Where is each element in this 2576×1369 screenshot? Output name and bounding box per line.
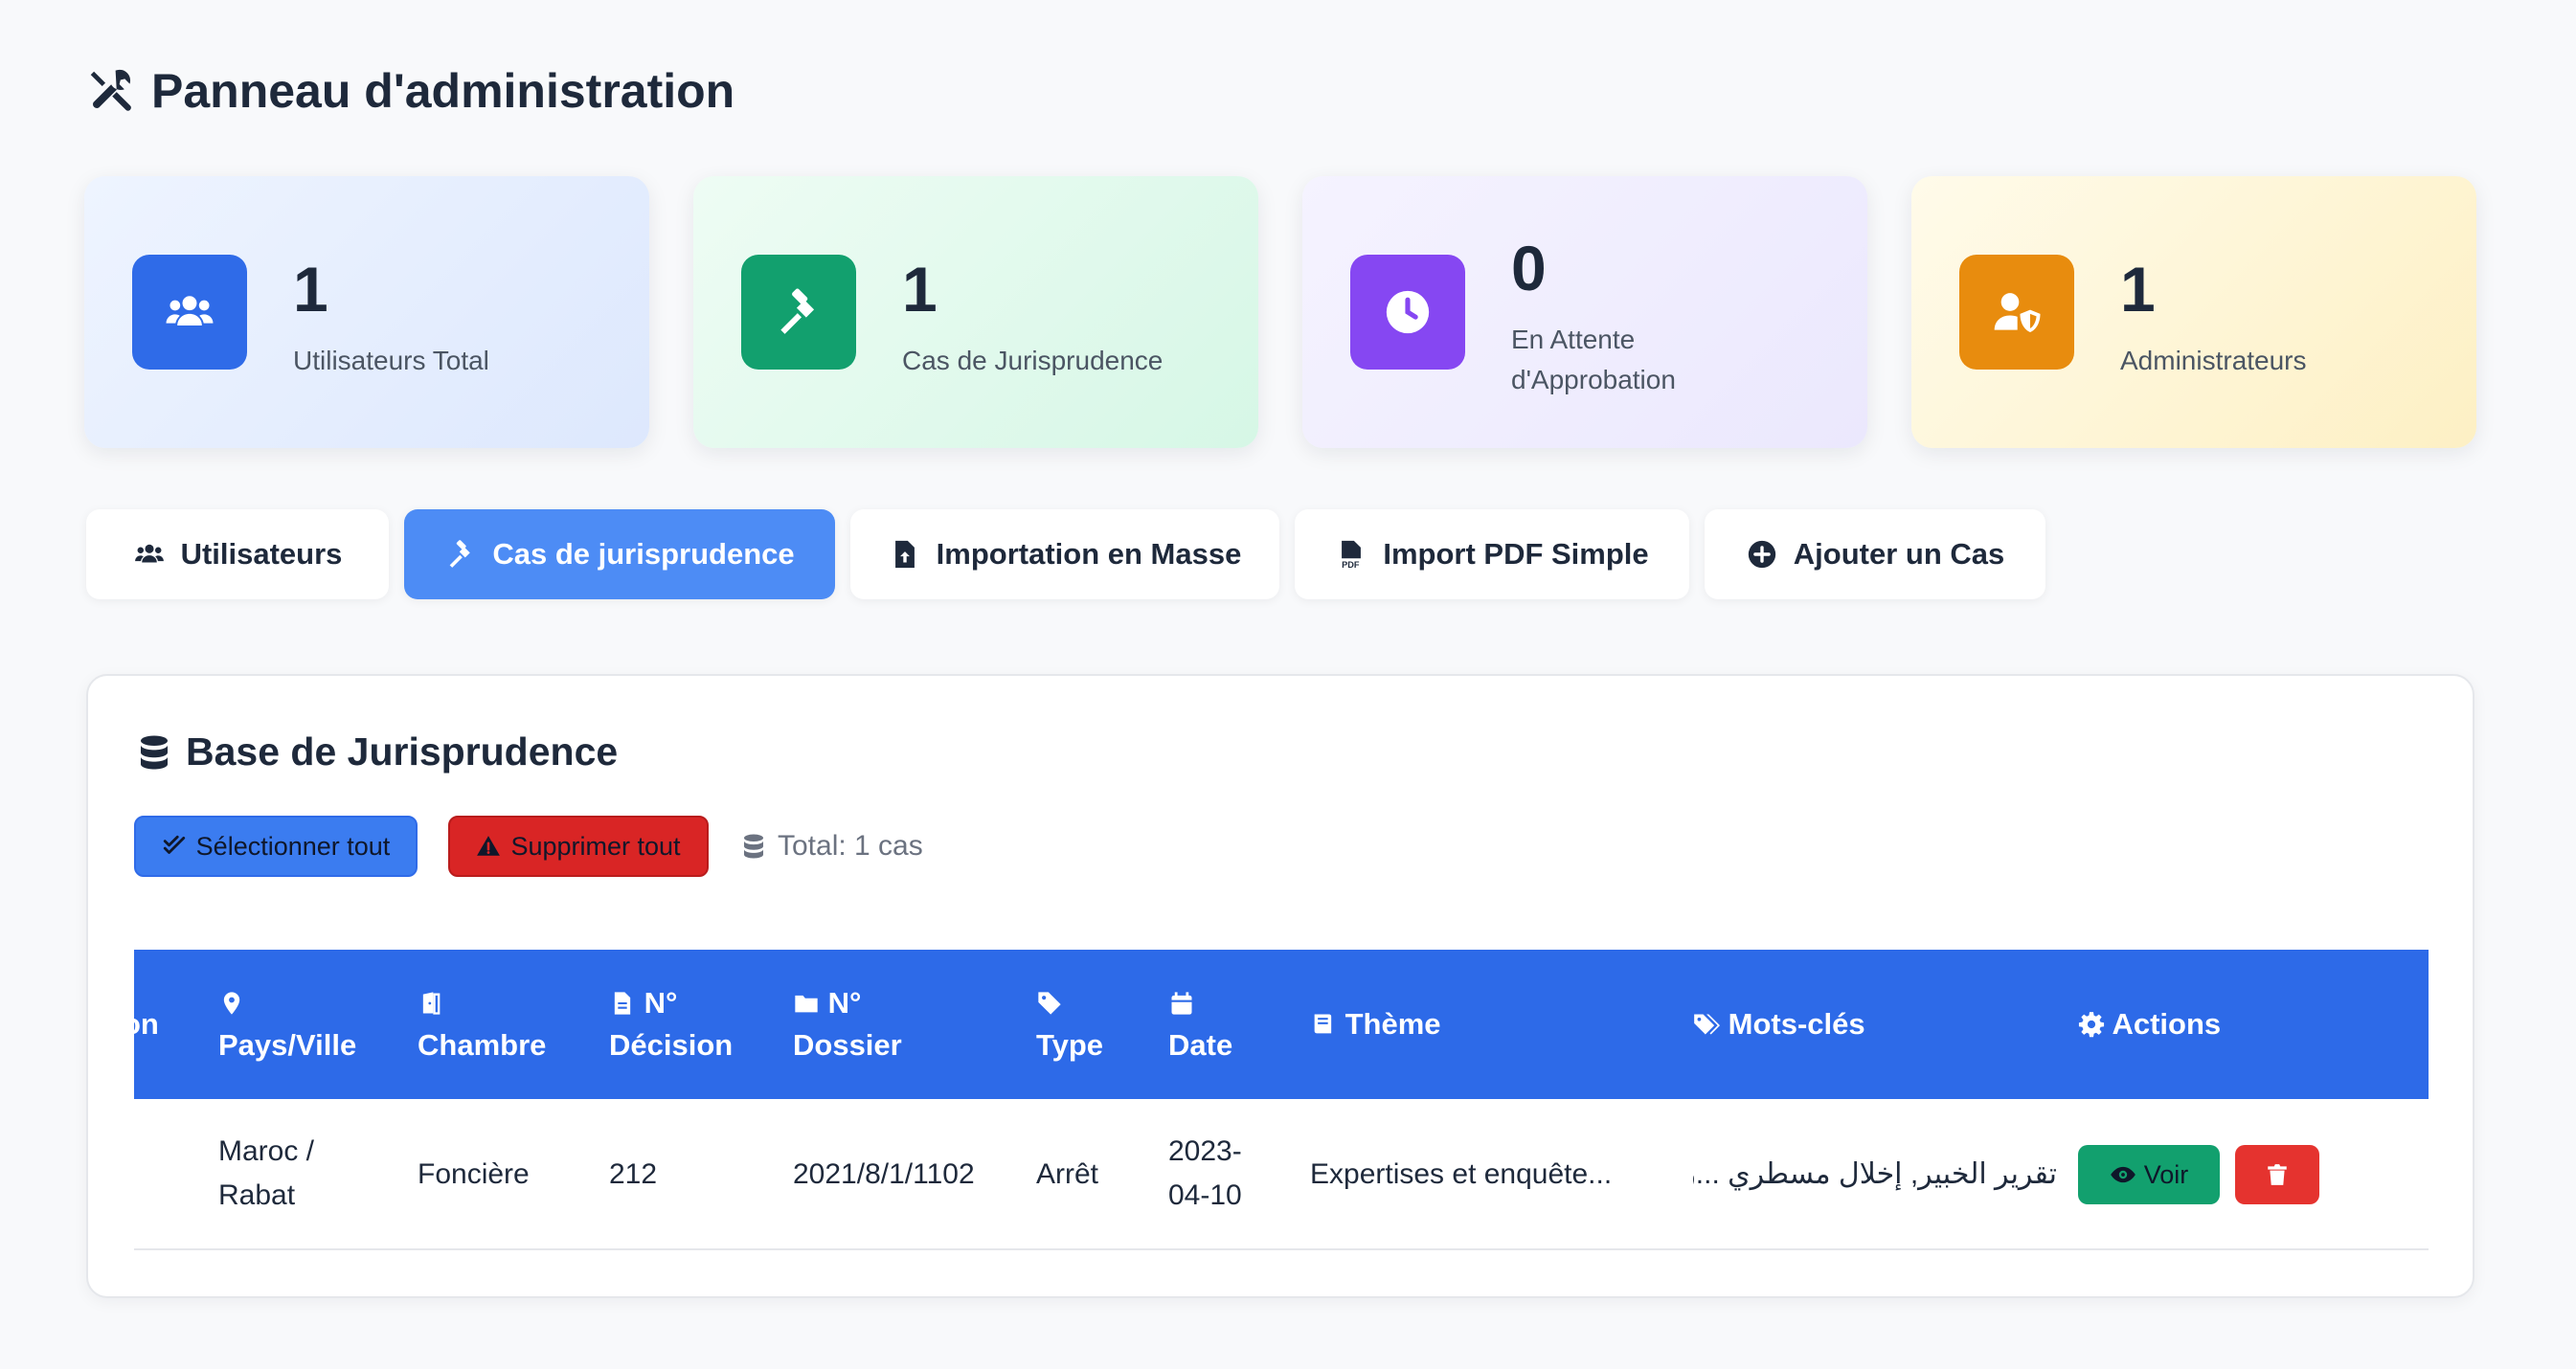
- database-icon: [141, 735, 168, 769]
- col-header-chamber[interactable]: Chambre: [418, 982, 546, 1066]
- panel-title-text: Base de Jurisprudence: [186, 729, 619, 774]
- door-icon: [422, 992, 441, 1015]
- stat-label: Cas de Jurisprudence: [902, 346, 1164, 375]
- users-icon: [166, 296, 214, 325]
- stat-label: Administrateurs: [2120, 346, 2307, 375]
- check-double-icon: [163, 835, 185, 854]
- delete-all-button[interactable]: Supprimer tout: [448, 816, 709, 877]
- file-upload-icon: [894, 540, 915, 569]
- stat-value: 1: [293, 254, 328, 325]
- col-header-keywords[interactable]: Mots-clés: [1693, 1003, 1865, 1045]
- col-header-decision[interactable]: N° Décision: [609, 982, 733, 1066]
- tab-users[interactable]: Utilisateurs: [86, 509, 389, 599]
- clock-icon: [1386, 290, 1430, 334]
- users-icon: [134, 544, 164, 563]
- cog-icon: [2078, 1012, 2105, 1038]
- tags-icon: [1694, 1014, 1720, 1035]
- col-header-actions[interactable]: Actions: [2078, 1003, 2221, 1045]
- stat-card-users: 1 Utilisateurs Total: [84, 176, 649, 448]
- view-button-label: Voir: [2143, 1159, 2189, 1189]
- page-title: Panneau d'administration: [84, 63, 734, 119]
- col-header-date[interactable]: Date: [1168, 982, 1232, 1066]
- table-header: on Pays/Ville Chambre N° Décision N° Dos…: [134, 950, 2429, 1099]
- tab-pdf-import[interactable]: PDF Import PDF Simple: [1295, 509, 1689, 599]
- tab-label: Utilisateurs: [180, 537, 343, 571]
- file-pdf-icon: PDF: [1342, 540, 1362, 570]
- gavel-icon: [780, 288, 815, 334]
- tab-cases[interactable]: Cas de jurisprudence: [404, 509, 835, 599]
- tag-icon: [1038, 992, 1061, 1015]
- stat-card-cases: 1 Cas de Jurisprudence: [693, 176, 1258, 448]
- cases-table: on Pays/Ville Chambre N° Décision N° Dos…: [134, 950, 2429, 1256]
- tab-bulk-import[interactable]: Importation en Masse: [850, 509, 1279, 599]
- cell-folder: 2021/8/1/1102: [793, 1158, 975, 1190]
- plus-circle-icon: [1748, 540, 1775, 569]
- tab-label: Import PDF Simple: [1383, 537, 1649, 571]
- total-count: Total: 1 cas: [739, 816, 923, 877]
- stat-card-admins: 1 Administrateurs: [1911, 176, 2476, 448]
- stat-icon-box: [1959, 255, 2074, 370]
- stat-icon-box: [741, 255, 856, 370]
- calendar-icon: [1171, 992, 1192, 1015]
- total-text: Total: 1 cas: [778, 830, 923, 862]
- stat-value: 0: [1511, 233, 1547, 303]
- col-header-type[interactable]: Type: [1036, 982, 1103, 1066]
- stat-card-pending: 0 En Attente d'Approbation: [1302, 176, 1867, 448]
- user-shield-icon: [1994, 293, 2041, 332]
- gavel-icon: [450, 540, 471, 568]
- svg-text:PDF: PDF: [1342, 560, 1360, 570]
- cell-chamber: Foncière: [418, 1158, 530, 1190]
- delete-all-label: Supprimer tout: [510, 831, 681, 861]
- jurisprudence-panel: Base de Jurisprudence Sélectionner tout …: [86, 674, 2474, 1298]
- trash-icon: [2268, 1164, 2287, 1185]
- folder-icon: [795, 995, 818, 1013]
- eye-icon: [2110, 1166, 2135, 1183]
- cell-keywords: تقرير الخبير, إخلال مسطري ...ر: [1693, 1158, 2057, 1190]
- warning-icon: [477, 836, 501, 856]
- stat-label: En Attente d'Approbation: [1511, 325, 1676, 394]
- col-header-theme[interactable]: Thème: [1310, 1003, 1441, 1045]
- map-marker-icon: [223, 992, 240, 1015]
- cell-type: Arrêt: [1036, 1158, 1099, 1190]
- stat-value: 1: [902, 254, 938, 325]
- tab-add-case[interactable]: Ajouter un Cas: [1705, 509, 2045, 599]
- cell-country: Maroc / Rabat: [218, 1135, 315, 1211]
- page-title-text: Panneau d'administration: [151, 64, 735, 118]
- tools-icon: [90, 69, 131, 111]
- cell-date: 2023- 04-10: [1168, 1135, 1242, 1211]
- select-all-button[interactable]: Sélectionner tout: [134, 816, 418, 877]
- cell-theme: Expertises et enquête...: [1310, 1158, 1613, 1190]
- tab-label: Ajouter un Cas: [1793, 537, 2005, 571]
- col-header-folder[interactable]: N° Dossier: [793, 982, 902, 1066]
- book-icon: [1314, 1014, 1332, 1034]
- stat-label: Utilisateurs Total: [293, 346, 489, 375]
- col-header-country[interactable]: Pays/Ville: [218, 982, 356, 1066]
- database-icon: [744, 834, 763, 859]
- col-header-partial: on: [134, 1007, 159, 1041]
- stat-icon-box: [1350, 255, 1465, 370]
- stat-icon-box: [132, 255, 247, 370]
- cell-decision: 212: [609, 1158, 658, 1190]
- tab-label: Cas de jurisprudence: [492, 537, 795, 571]
- panel-title: Base de Jurisprudence: [134, 729, 618, 774]
- file-icon: [614, 992, 631, 1015]
- delete-button[interactable]: [2235, 1145, 2319, 1204]
- stat-value: 1: [2120, 254, 2156, 325]
- table-row[interactable]: Maroc / Rabat Foncière 212 2021/8/1/1102…: [134, 1099, 2429, 1250]
- tab-label: Importation en Masse: [936, 537, 1242, 571]
- select-all-label: Sélectionner tout: [195, 831, 391, 861]
- view-button[interactable]: Voir: [2078, 1145, 2220, 1204]
